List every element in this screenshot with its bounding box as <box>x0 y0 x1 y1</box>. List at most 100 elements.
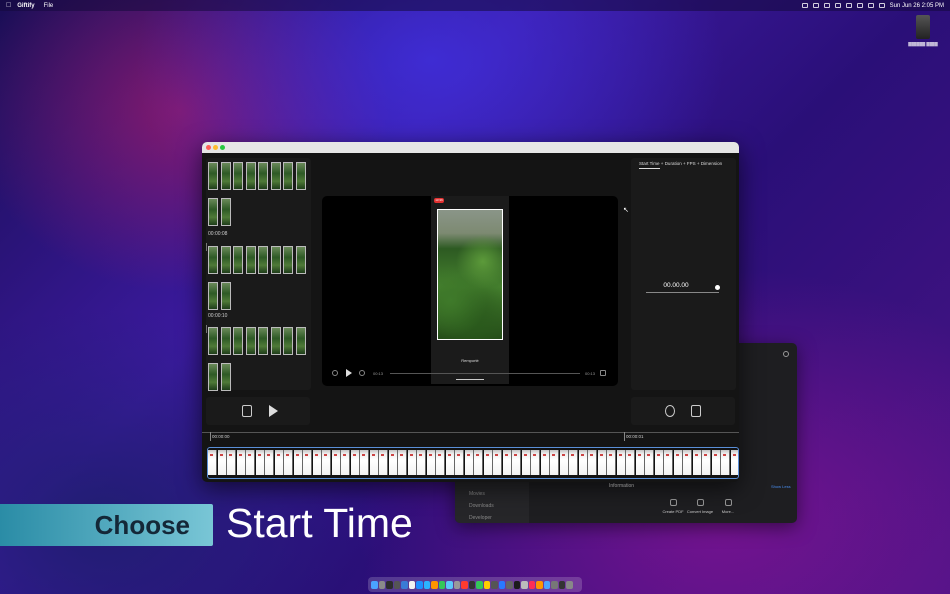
dock-app-icon[interactable] <box>408 580 415 589</box>
timeline-frame[interactable] <box>436 450 445 475</box>
timeline-frame[interactable] <box>569 450 578 475</box>
frame-thumbnail[interactable] <box>208 327 218 355</box>
frame-thumbnail[interactable] <box>233 246 243 274</box>
dock-app-icon[interactable] <box>416 580 423 589</box>
scrubber[interactable] <box>390 373 580 374</box>
timeline-frame[interactable] <box>379 450 388 475</box>
create-pdf-button[interactable]: Create PDF <box>658 499 688 514</box>
dock-app-icon[interactable] <box>401 580 408 589</box>
timeline-frame[interactable] <box>227 450 236 475</box>
timeline-frame[interactable] <box>664 450 673 475</box>
timeline-frame[interactable] <box>654 450 664 475</box>
dock-app-icon[interactable] <box>423 580 430 589</box>
dock-app-icon[interactable] <box>453 580 460 589</box>
show-less-link[interactable]: Show Less <box>771 484 791 489</box>
frame-thumbnail[interactable] <box>283 162 293 190</box>
timeline-frame[interactable] <box>597 450 607 475</box>
timeline-frame[interactable] <box>521 450 531 475</box>
clock[interactable]: Sun Jun 26 2:05 PM <box>890 3 944 9</box>
dock-app-icon[interactable] <box>543 580 550 589</box>
dock-app-icon[interactable] <box>461 580 468 589</box>
frame-thumbnail[interactable] <box>258 162 268 190</box>
frame-thumbnail[interactable] <box>220 246 231 274</box>
timeline-frame[interactable] <box>331 450 341 475</box>
timeline-frame[interactable] <box>702 450 711 475</box>
tab-start-time[interactable]: Start Time <box>639 161 660 169</box>
frame-thumbnail[interactable] <box>208 162 218 190</box>
timeline-frame[interactable] <box>350 450 360 475</box>
dock-app-icon[interactable] <box>498 580 505 589</box>
frame-thumbnail[interactable] <box>208 246 218 274</box>
battery-icon[interactable] <box>856 3 863 8</box>
apple-menu-icon[interactable]:  <box>6 2 11 9</box>
control-center-icon[interactable] <box>878 3 885 8</box>
dock-app-icon[interactable] <box>566 580 573 589</box>
dock-app-icon[interactable] <box>476 580 483 589</box>
video-preview[interactable]: 13:36 Remporté 00:13 00:13 <box>322 196 618 386</box>
status-icon-3[interactable] <box>823 3 830 8</box>
more-button[interactable]: More... <box>713 499 743 514</box>
play-icon[interactable] <box>346 369 352 377</box>
wifi-icon[interactable] <box>834 3 841 8</box>
frame-thumbnail[interactable] <box>208 198 218 226</box>
timeline-frame[interactable] <box>369 450 379 475</box>
timeline-frame[interactable] <box>626 450 635 475</box>
frame-thumbnail[interactable] <box>220 162 231 190</box>
timeline-frame[interactable] <box>284 450 293 475</box>
frame-thumbnail[interactable] <box>283 246 293 274</box>
frame-thumbnail[interactable] <box>220 198 231 226</box>
frame-thumbnail[interactable] <box>220 363 231 391</box>
dock-app-icon[interactable] <box>528 580 535 589</box>
frame-thumbnail[interactable] <box>233 327 243 355</box>
timeline-frame[interactable] <box>274 450 284 475</box>
timeline-frame[interactable] <box>673 450 683 475</box>
timeline-frame[interactable] <box>550 450 559 475</box>
dock-app-icon[interactable] <box>438 580 445 589</box>
frame-thumbnail[interactable] <box>295 162 306 190</box>
timeline-frame[interactable] <box>398 450 407 475</box>
timeline-frames-strip[interactable] <box>207 447 739 479</box>
frame-thumbnail[interactable] <box>295 327 306 355</box>
title-bar[interactable] <box>202 142 739 153</box>
frame-thumbnail[interactable] <box>220 327 231 355</box>
dock-app-icon[interactable] <box>491 580 498 589</box>
dock-app-icon[interactable] <box>386 580 393 589</box>
frame-thumbnail[interactable] <box>283 327 293 355</box>
timeline-frame[interactable] <box>236 450 246 475</box>
timeline-frame[interactable] <box>483 450 493 475</box>
timeline-frame[interactable] <box>711 450 721 475</box>
file-menu[interactable]: File <box>44 3 54 9</box>
timeline-frame[interactable] <box>217 450 227 475</box>
timeline-frame[interactable] <box>255 450 265 475</box>
dock-app-icon[interactable] <box>431 580 438 589</box>
frame-thumbnail[interactable] <box>258 327 268 355</box>
timeline-frame[interactable] <box>531 450 540 475</box>
frame-thumbnail[interactable] <box>258 246 268 274</box>
dock-app-icon[interactable] <box>378 580 385 589</box>
aperture-icon[interactable] <box>665 405 675 417</box>
desktop-file-icon[interactable]: ██████ ████ <box>902 15 944 50</box>
frame-thumbnail[interactable] <box>245 162 256 190</box>
rewind-icon[interactable] <box>332 370 338 376</box>
frame-thumbnail[interactable] <box>245 327 256 355</box>
timeline-frame[interactable] <box>683 450 692 475</box>
battery-frame-icon[interactable] <box>242 405 252 417</box>
slider-knob[interactable] <box>715 285 720 290</box>
timeline-frame[interactable] <box>512 450 521 475</box>
timeline-frame[interactable] <box>540 450 550 475</box>
volume-icon[interactable] <box>845 3 852 8</box>
timeline-frame[interactable] <box>246 450 255 475</box>
zoom-button[interactable] <box>220 145 225 150</box>
timeline-frame[interactable] <box>426 450 436 475</box>
timeline-frame[interactable] <box>464 450 474 475</box>
play-button[interactable] <box>269 405 278 417</box>
timeline-frame[interactable] <box>474 450 483 475</box>
timeline-frame[interactable] <box>607 450 616 475</box>
minimize-button[interactable] <box>213 145 218 150</box>
timeline-frame[interactable] <box>645 450 654 475</box>
status-icon-2[interactable] <box>812 3 819 8</box>
dock-app-icon[interactable] <box>446 580 453 589</box>
dock-app-icon[interactable] <box>551 580 558 589</box>
convert-image-button[interactable]: Convert Image <box>685 499 715 514</box>
frame-thumbnail[interactable] <box>270 162 281 190</box>
